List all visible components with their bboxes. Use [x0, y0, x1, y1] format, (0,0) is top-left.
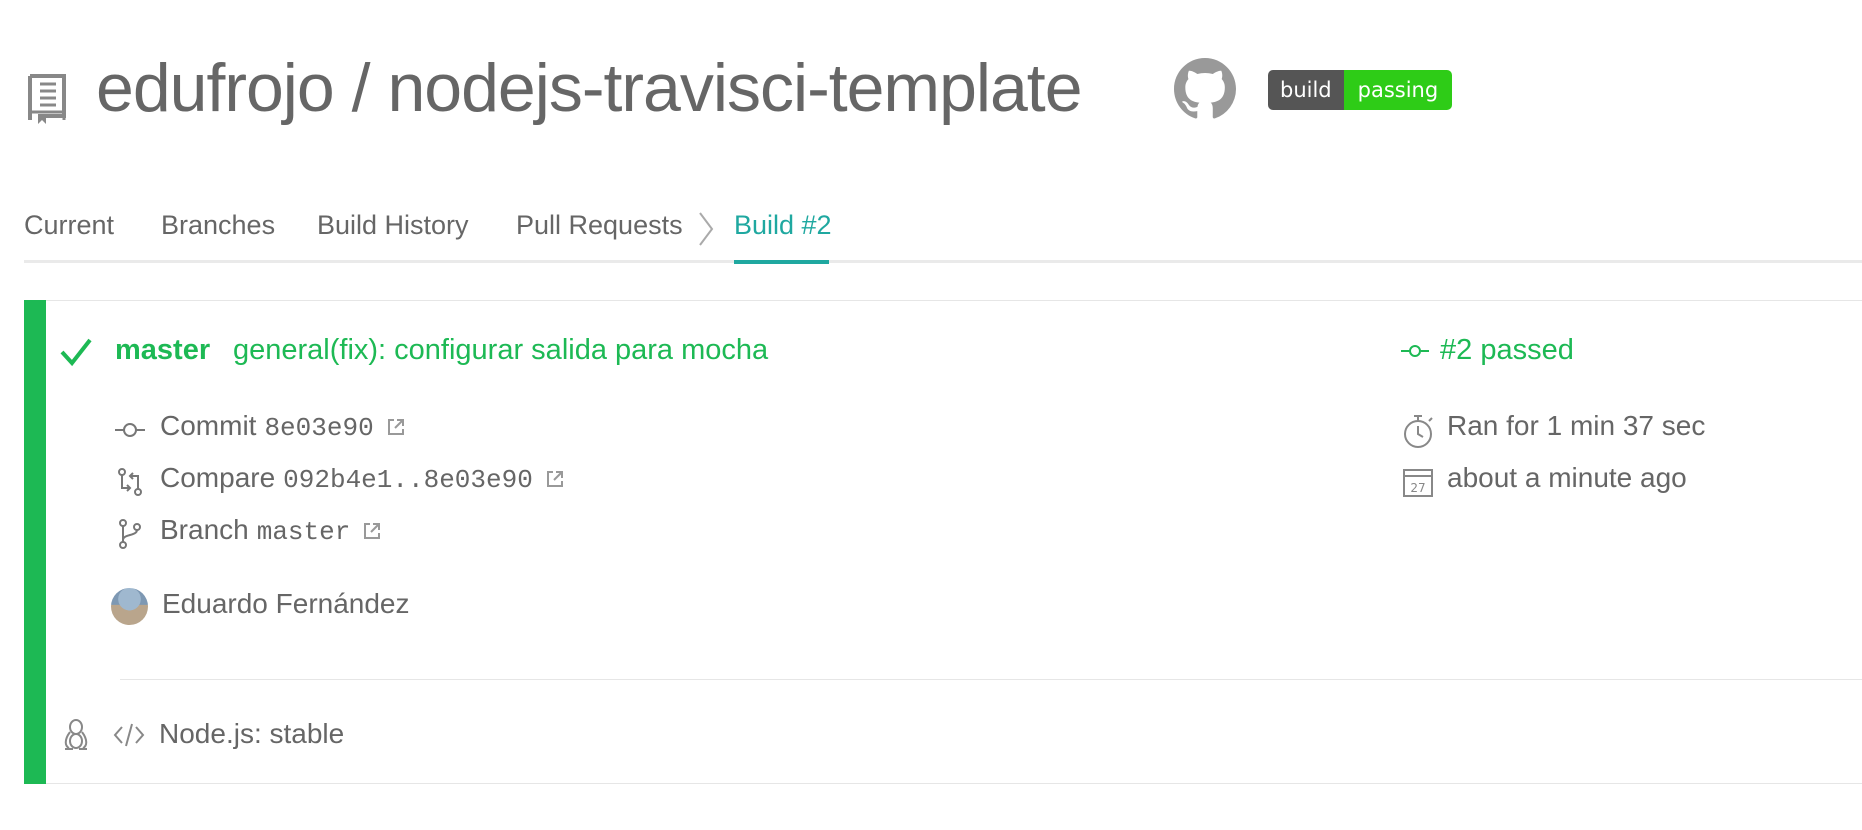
badge-status: passing [1343, 70, 1453, 110]
github-octocat-icon[interactable] [1174, 58, 1236, 120]
avatar [111, 588, 148, 625]
build-status-badge[interactable]: build passing [1268, 70, 1453, 110]
tab-pull-requests[interactable]: Pull Requests [516, 210, 683, 241]
branch-row[interactable]: Branch master [160, 514, 382, 547]
calendar-icon: 27 [1403, 469, 1433, 497]
repo-name[interactable]: nodejs-travisci-template [387, 50, 1082, 126]
page-title: edufrojo / nodejs-travisci-template [96, 48, 1083, 128]
commit-icon [1401, 344, 1429, 357]
code-icon [113, 723, 145, 747]
external-link-icon[interactable] [386, 417, 406, 437]
repo-book-icon [28, 74, 66, 124]
tab-branches[interactable]: Branches [161, 210, 275, 241]
card-divider [120, 679, 1862, 680]
build-duration: Ran for 1 min 37 sec [1447, 410, 1706, 441]
status-stripe [24, 300, 46, 784]
linux-tux-icon [64, 719, 88, 750]
check-icon [60, 338, 92, 367]
build-summary: #2 passed [1440, 334, 1574, 366]
commit-label: Commit [160, 410, 257, 441]
author-name: Eduardo Fernández [162, 588, 410, 619]
repo-owner[interactable]: edufrojo [96, 50, 335, 126]
stopwatch-icon [1404, 415, 1433, 448]
commit-row[interactable]: Commit 8e03e90 [160, 410, 406, 443]
title-separator: / [351, 50, 371, 126]
external-link-icon[interactable] [545, 469, 565, 489]
chevron-right-icon [699, 212, 714, 246]
build-number-status[interactable]: #2 passed [1400, 334, 1574, 367]
commit-icon [115, 423, 145, 437]
svg-text:27: 27 [1410, 481, 1425, 495]
compare-row[interactable]: Compare 092b4e1..8e03e90 [160, 462, 565, 495]
branch-label: Branch [160, 514, 249, 545]
commit-sha[interactable]: 8e03e90 [264, 413, 373, 443]
branch-icon [119, 519, 141, 549]
build-finished-time: about a minute ago [1447, 462, 1687, 493]
job-language[interactable]: Node.js: stable [159, 718, 344, 750]
compare-label: Compare [160, 462, 276, 493]
external-link-icon[interactable] [362, 521, 382, 541]
tabs-divider [24, 260, 1862, 263]
compare-range[interactable]: 092b4e1..8e03e90 [283, 465, 533, 495]
commit-message: general(fix): configurar salida para moc… [233, 334, 769, 366]
tab-build-history[interactable]: Build History [317, 210, 469, 241]
compare-icon [118, 468, 142, 496]
tab-current[interactable]: Current [24, 210, 114, 241]
active-tab-indicator [734, 260, 829, 264]
build-branch-name[interactable]: master [115, 334, 210, 367]
badge-label: build [1268, 70, 1344, 110]
branch-value[interactable]: master [257, 517, 351, 547]
tab-build-2[interactable]: Build #2 [734, 210, 832, 241]
